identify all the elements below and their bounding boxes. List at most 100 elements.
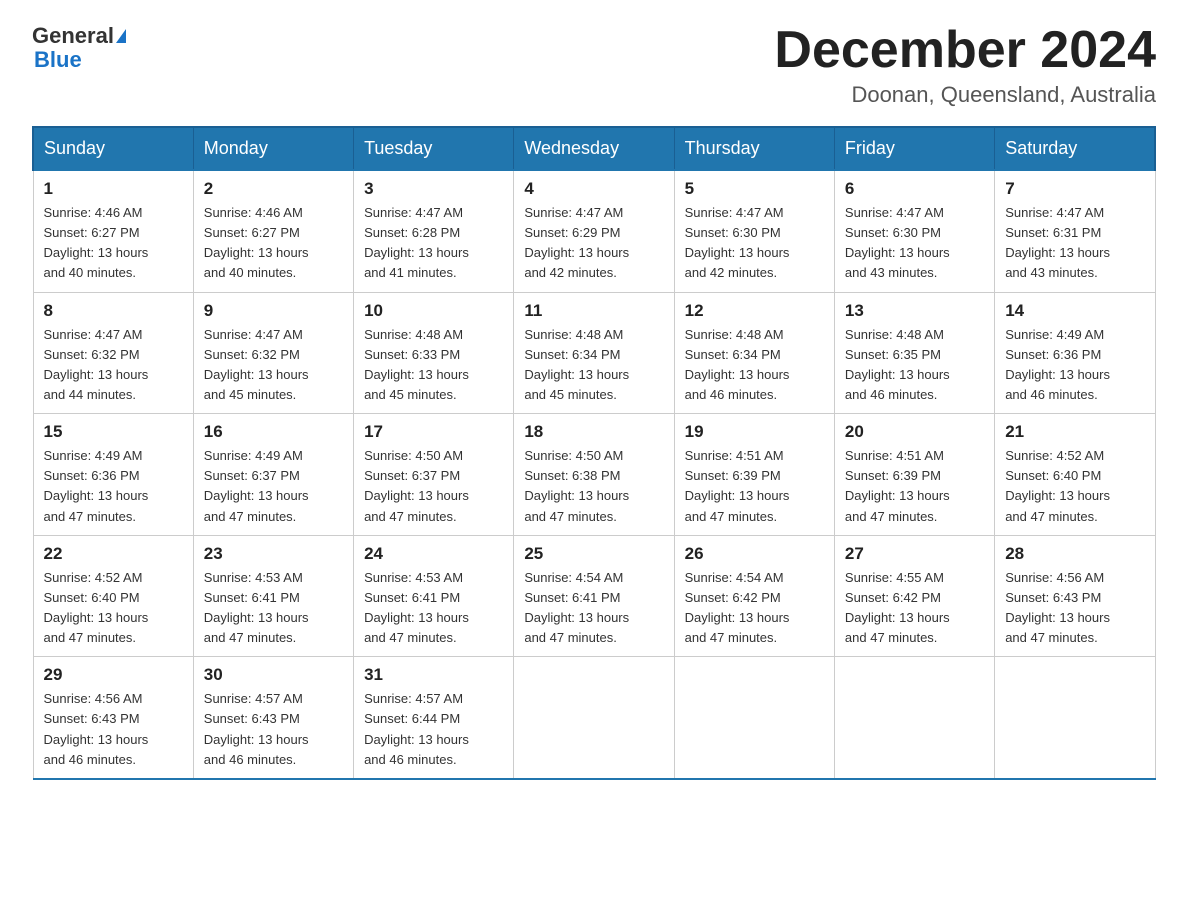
day-number: 2: [204, 179, 343, 199]
day-info: Sunrise: 4:56 AMSunset: 6:43 PMDaylight:…: [1005, 568, 1144, 649]
table-row: 25 Sunrise: 4:54 AMSunset: 6:41 PMDayligh…: [514, 535, 674, 657]
day-info: Sunrise: 4:47 AMSunset: 6:30 PMDaylight:…: [845, 203, 984, 284]
day-number: 31: [364, 665, 503, 685]
calendar-week-row: 29 Sunrise: 4:56 AMSunset: 6:43 PMDayligh…: [33, 657, 1155, 779]
table-row: 7Sunrise: 4:47 AMSunset: 6:31 PMDaylight…: [995, 170, 1155, 292]
logo: General Blue: [32, 24, 126, 72]
logo-blue: Blue: [34, 48, 82, 72]
day-info: Sunrise: 4:51 AMSunset: 6:39 PMDaylight:…: [685, 446, 824, 527]
table-row: 28 Sunrise: 4:56 AMSunset: 6:43 PMDayligh…: [995, 535, 1155, 657]
day-info: Sunrise: 4:47 AMSunset: 6:32 PMDaylight:…: [204, 325, 343, 406]
col-thursday: Thursday: [674, 127, 834, 170]
day-info: Sunrise: 4:48 AMSunset: 6:35 PMDaylight:…: [845, 325, 984, 406]
day-info: Sunrise: 4:50 AMSunset: 6:38 PMDaylight:…: [524, 446, 663, 527]
day-info: Sunrise: 4:57 AMSunset: 6:44 PMDaylight:…: [364, 689, 503, 770]
day-info: Sunrise: 4:56 AMSunset: 6:43 PMDaylight:…: [44, 689, 183, 770]
day-info: Sunrise: 4:47 AMSunset: 6:30 PMDaylight:…: [685, 203, 824, 284]
table-row: 20 Sunrise: 4:51 AMSunset: 6:39 PMDayligh…: [834, 414, 994, 536]
day-number: 4: [524, 179, 663, 199]
title-area: December 2024 Doonan, Queensland, Austra…: [774, 24, 1156, 108]
table-row: 13 Sunrise: 4:48 AMSunset: 6:35 PMDayligh…: [834, 292, 994, 414]
day-number: 27: [845, 544, 984, 564]
day-number: 22: [44, 544, 183, 564]
col-monday: Monday: [193, 127, 353, 170]
table-row: [995, 657, 1155, 779]
table-row: 3 Sunrise: 4:47 AMSunset: 6:28 PMDaylight…: [354, 170, 514, 292]
calendar-week-row: 8 Sunrise: 4:47 AMSunset: 6:32 PMDaylight…: [33, 292, 1155, 414]
day-info: Sunrise: 4:55 AMSunset: 6:42 PMDaylight:…: [845, 568, 984, 649]
table-row: 21Sunrise: 4:52 AMSunset: 6:40 PMDayligh…: [995, 414, 1155, 536]
table-row: 4Sunrise: 4:47 AMSunset: 6:29 PMDaylight…: [514, 170, 674, 292]
day-info: Sunrise: 4:54 AMSunset: 6:42 PMDaylight:…: [685, 568, 824, 649]
table-row: 2 Sunrise: 4:46 AMSunset: 6:27 PMDaylight…: [193, 170, 353, 292]
col-saturday: Saturday: [995, 127, 1155, 170]
day-number: 1: [44, 179, 183, 199]
day-number: 28: [1005, 544, 1144, 564]
day-number: 19: [685, 422, 824, 442]
day-number: 14: [1005, 301, 1144, 321]
day-info: Sunrise: 4:51 AMSunset: 6:39 PMDaylight:…: [845, 446, 984, 527]
table-row: 29 Sunrise: 4:56 AMSunset: 6:43 PMDayligh…: [33, 657, 193, 779]
table-row: 1Sunrise: 4:46 AMSunset: 6:27 PMDaylight…: [33, 170, 193, 292]
day-number: 9: [204, 301, 343, 321]
day-info: Sunrise: 4:48 AMSunset: 6:33 PMDaylight:…: [364, 325, 503, 406]
day-number: 5: [685, 179, 824, 199]
day-number: 12: [685, 301, 824, 321]
day-number: 18: [524, 422, 663, 442]
month-title: December 2024: [774, 24, 1156, 76]
calendar-table: Sunday Monday Tuesday Wednesday Thursday…: [32, 126, 1156, 780]
calendar-week-row: 15 Sunrise: 4:49 AMSunset: 6:36 PMDayligh…: [33, 414, 1155, 536]
page-header: General Blue December 2024 Doonan, Queen…: [32, 24, 1156, 108]
table-row: 8Sunrise: 4:47 AMSunset: 6:32 PMDaylight…: [33, 292, 193, 414]
day-number: 25: [524, 544, 663, 564]
logo-triangle-icon: [116, 29, 126, 43]
table-row: [514, 657, 674, 779]
table-row: 30Sunrise: 4:57 AMSunset: 6:43 PMDayligh…: [193, 657, 353, 779]
day-info: Sunrise: 4:48 AMSunset: 6:34 PMDaylight:…: [524, 325, 663, 406]
day-info: Sunrise: 4:47 AMSunset: 6:28 PMDaylight:…: [364, 203, 503, 284]
day-number: 26: [685, 544, 824, 564]
table-row: 26 Sunrise: 4:54 AMSunset: 6:42 PMDayligh…: [674, 535, 834, 657]
day-number: 21: [1005, 422, 1144, 442]
day-number: 15: [44, 422, 183, 442]
table-row: [674, 657, 834, 779]
day-info: Sunrise: 4:54 AMSunset: 6:41 PMDaylight:…: [524, 568, 663, 649]
day-info: Sunrise: 4:46 AMSunset: 6:27 PMDaylight:…: [204, 203, 343, 284]
day-info: Sunrise: 4:47 AMSunset: 6:31 PMDaylight:…: [1005, 203, 1144, 284]
table-row: 11Sunrise: 4:48 AMSunset: 6:34 PMDayligh…: [514, 292, 674, 414]
col-tuesday: Tuesday: [354, 127, 514, 170]
col-sunday: Sunday: [33, 127, 193, 170]
table-row: 5 Sunrise: 4:47 AMSunset: 6:30 PMDaylight…: [674, 170, 834, 292]
table-row: 27 Sunrise: 4:55 AMSunset: 6:42 PMDayligh…: [834, 535, 994, 657]
table-row: 31 Sunrise: 4:57 AMSunset: 6:44 PMDayligh…: [354, 657, 514, 779]
table-row: [834, 657, 994, 779]
col-friday: Friday: [834, 127, 994, 170]
table-row: 16 Sunrise: 4:49 AMSunset: 6:37 PMDayligh…: [193, 414, 353, 536]
calendar-header-row: Sunday Monday Tuesday Wednesday Thursday…: [33, 127, 1155, 170]
calendar-week-row: 22 Sunrise: 4:52 AMSunset: 6:40 PMDayligh…: [33, 535, 1155, 657]
table-row: 22 Sunrise: 4:52 AMSunset: 6:40 PMDayligh…: [33, 535, 193, 657]
day-info: Sunrise: 4:52 AMSunset: 6:40 PMDaylight:…: [44, 568, 183, 649]
day-number: 8: [44, 301, 183, 321]
day-number: 20: [845, 422, 984, 442]
day-info: Sunrise: 4:53 AMSunset: 6:41 PMDaylight:…: [364, 568, 503, 649]
location: Doonan, Queensland, Australia: [774, 82, 1156, 108]
table-row: 19 Sunrise: 4:51 AMSunset: 6:39 PMDayligh…: [674, 414, 834, 536]
day-info: Sunrise: 4:49 AMSunset: 6:36 PMDaylight:…: [44, 446, 183, 527]
day-number: 13: [845, 301, 984, 321]
day-info: Sunrise: 4:53 AMSunset: 6:41 PMDaylight:…: [204, 568, 343, 649]
calendar-week-row: 1 Sunrise: 4:46 AMSunset: 6:27 PMDaylight…: [33, 170, 1155, 292]
day-number: 23: [204, 544, 343, 564]
table-row: 6Sunrise: 4:47 AMSunset: 6:30 PMDaylight…: [834, 170, 994, 292]
day-number: 3: [364, 179, 503, 199]
table-row: 18 Sunrise: 4:50 AMSunset: 6:38 PMDayligh…: [514, 414, 674, 536]
day-number: 30: [204, 665, 343, 685]
logo-general: General: [32, 24, 114, 48]
day-number: 16: [204, 422, 343, 442]
table-row: 9 Sunrise: 4:47 AMSunset: 6:32 PMDaylight…: [193, 292, 353, 414]
table-row: 10Sunrise: 4:48 AMSunset: 6:33 PMDayligh…: [354, 292, 514, 414]
day-number: 29: [44, 665, 183, 685]
day-info: Sunrise: 4:48 AMSunset: 6:34 PMDaylight:…: [685, 325, 824, 406]
day-number: 17: [364, 422, 503, 442]
day-info: Sunrise: 4:49 AMSunset: 6:37 PMDaylight:…: [204, 446, 343, 527]
